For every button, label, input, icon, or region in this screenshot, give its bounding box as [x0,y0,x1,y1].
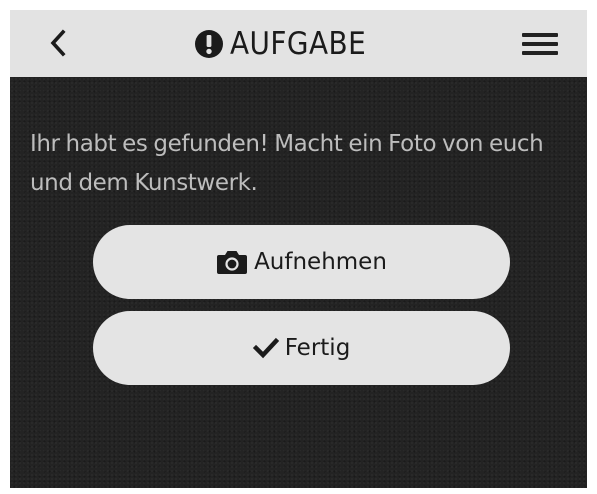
page-title-text: AUFGABE [229,25,367,62]
task-instruction: Ihr habt es gefunden! Macht ein Foto von… [30,131,544,196]
record-button[interactable]: Aufnehmen [93,225,510,299]
back-button[interactable] [40,23,76,63]
done-button[interactable]: Fertig [93,311,510,385]
done-button-label: Fertig [284,335,351,361]
task-content: Ihr habt es gefunden! Macht ein Foto von… [10,77,587,488]
camera-icon [217,251,248,274]
hamburger-menu-icon [522,33,558,37]
top-bar: AUFGABE [10,10,587,77]
exclamation-circle-icon [194,29,223,58]
app-screen: AUFGABE Ihr habt es gefunden! Macht ein … [10,10,587,488]
checkmark-icon [252,337,279,359]
chevron-left-icon [50,29,66,57]
record-button-label: Aufnehmen [254,249,387,275]
menu-button[interactable] [522,26,566,62]
page-title: AUFGABE [10,10,587,77]
